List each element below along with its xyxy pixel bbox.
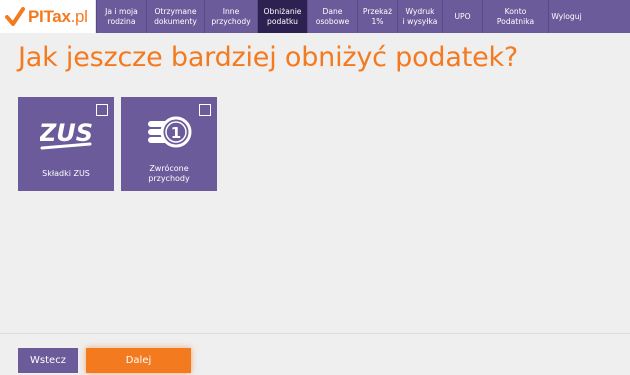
pitax-logo[interactable]: PITax.pl (0, 0, 96, 33)
back-button[interactable]: Wstecz (18, 348, 78, 373)
nav-ja-i-moja-rodzina[interactable]: Ja i moja rodzina (96, 0, 146, 33)
tile-zwrocone-przychody[interactable]: 1 Zwrócone przychody (121, 97, 217, 191)
nav-przekaz-1-procent[interactable]: Przekaż 1% (357, 0, 397, 33)
nav-wyloguj[interactable]: Wyloguj (548, 0, 584, 33)
next-button[interactable]: Dalej (86, 348, 191, 373)
nav-wydruk-i-wysylka[interactable]: Wydruk i wysyłka (397, 0, 442, 33)
logo-text: PITax.pl (28, 7, 88, 27)
tile-label: Składki ZUS (42, 169, 90, 178)
nav-obnizanie-podatku[interactable]: Obniżanie podatku (257, 0, 307, 33)
zus-logo-icon: ZUS (18, 115, 114, 151)
checkmark-logo-icon (4, 4, 26, 30)
logo-brand: PITax (28, 6, 71, 26)
nav-upo[interactable]: UPO (442, 0, 482, 33)
zus-logo-text: ZUS (40, 119, 92, 147)
top-navigation-bar: PITax.pl Ja i moja rodzina Otrzymane dok… (0, 0, 630, 33)
nav-konto-podatnika[interactable]: Konto Podatnika (482, 0, 548, 33)
logo-suffix: .pl (70, 6, 88, 26)
coin-number-text: 1 (171, 124, 181, 142)
nav-otrzymane-dokumenty[interactable]: Otrzymane dokumenty (146, 0, 204, 33)
nav-inne-przychody[interactable]: Inne przychody (204, 0, 257, 33)
tile-skladki-zus[interactable]: ZUS Składki ZUS (18, 97, 114, 191)
nav-dane-osobowe[interactable]: Dane osobowe (307, 0, 357, 33)
main-nav: Ja i moja rodzina Otrzymane dokumenty In… (96, 0, 630, 33)
tile-label: Zwrócone przychody (148, 164, 190, 183)
coins-icon: 1 (121, 115, 217, 151)
page-title: Jak jeszcze bardziej obniżyć podatek? (18, 42, 519, 73)
